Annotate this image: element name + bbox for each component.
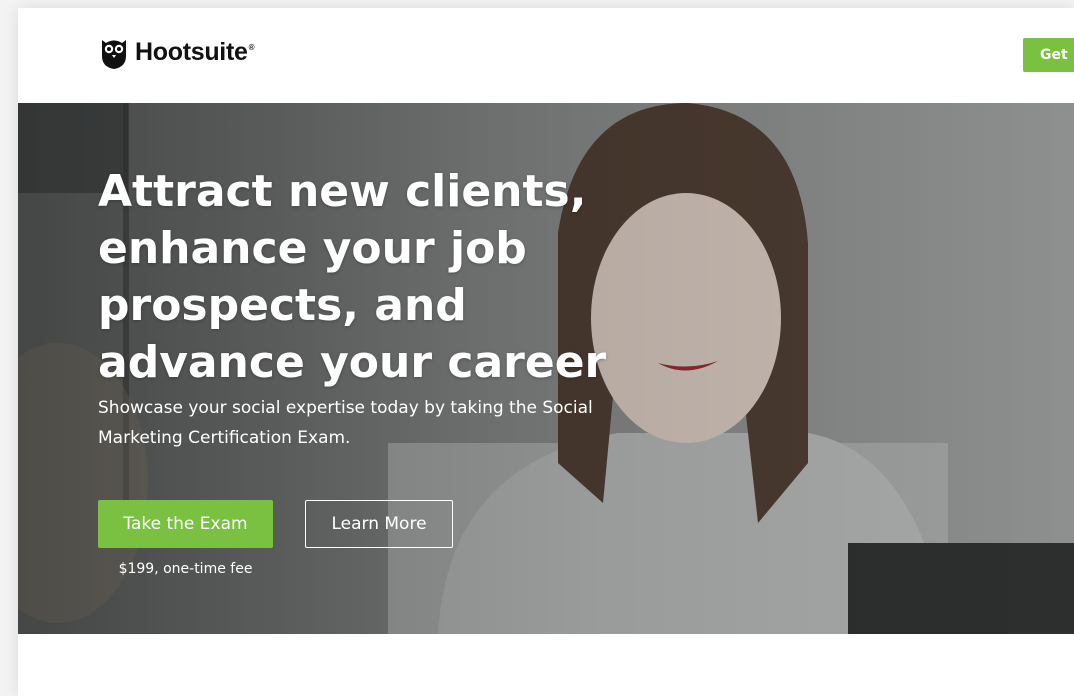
learn-more-button[interactable]: Learn More xyxy=(305,500,453,548)
owl-icon xyxy=(102,40,126,69)
get-started-button[interactable]: Get xyxy=(1023,38,1074,72)
hootsuite-logo[interactable]: Hootsuite® xyxy=(100,34,254,70)
hero-subheadline: Showcase your social expertise today by … xyxy=(98,398,593,448)
logo-wordmark: Hootsuite xyxy=(135,37,248,66)
hero-banner: Attract new clients, enhance your job pr… xyxy=(18,103,1074,634)
logo-text: Hootsuite® xyxy=(135,38,254,67)
browser-page: Hootsuite® Get Attract new clients, enha… xyxy=(18,8,1074,696)
site-header: Hootsuite® Get xyxy=(18,8,1074,103)
take-exam-button[interactable]: Take the Exam xyxy=(98,500,273,548)
registered-mark: ® xyxy=(248,43,255,53)
price-note: $199, one-time fee xyxy=(118,561,253,577)
hero-headline: Attract new clients, enhance your job pr… xyxy=(98,166,607,388)
